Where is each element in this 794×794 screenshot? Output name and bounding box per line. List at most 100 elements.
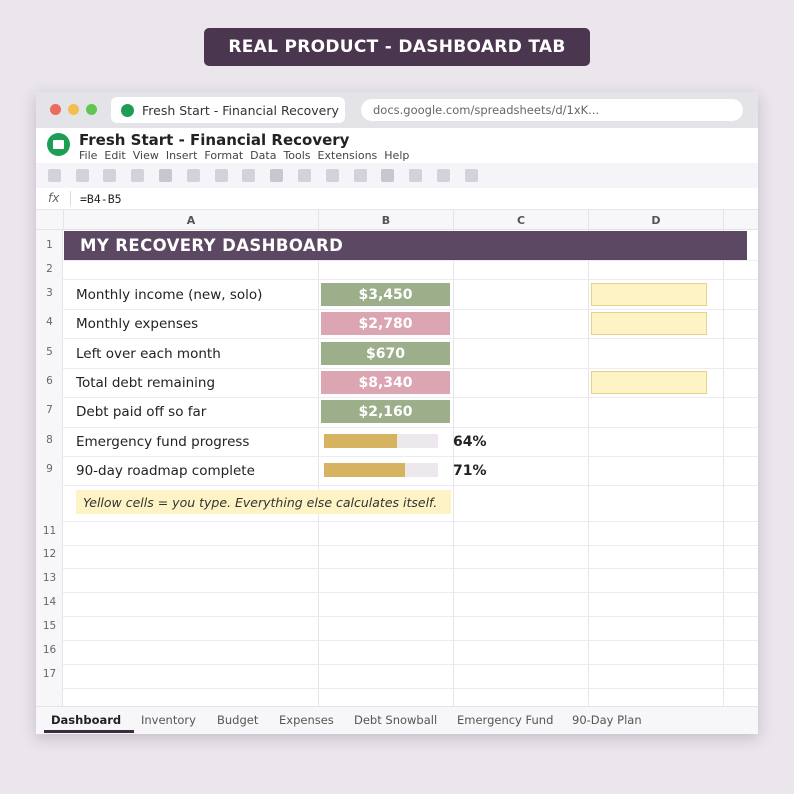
- row-header-3[interactable]: 3: [36, 287, 63, 299]
- monthly-income-value[interactable]: $3,450: [321, 283, 450, 306]
- grid-line: [63, 640, 758, 641]
- formula-value[interactable]: =B4-B5: [80, 192, 122, 206]
- sheet-tab-expenses[interactable]: Expenses: [279, 713, 334, 727]
- grid-line: [63, 279, 758, 280]
- row-header-6[interactable]: 6: [36, 375, 63, 387]
- font-icon[interactable]: [270, 169, 283, 182]
- browser-window: Fresh Start - Financial Recovery docs.go…: [36, 92, 758, 734]
- percent-format-icon[interactable]: [215, 169, 228, 182]
- debt-paid-value[interactable]: $2,160: [321, 400, 450, 423]
- sheet-tab-90-day-plan[interactable]: 90-Day Plan: [572, 713, 642, 727]
- menu-extensions[interactable]: Extensions: [318, 149, 378, 162]
- left-over-value[interactable]: $670: [321, 342, 450, 365]
- roadmap-label[interactable]: 90-day roadmap complete: [76, 463, 255, 479]
- undo-icon[interactable]: [48, 169, 61, 182]
- dashboard-header[interactable]: MY RECOVERY DASHBOARD: [64, 231, 747, 260]
- menu-bar: File Edit View Insert Format Data Tools …: [79, 149, 416, 162]
- roadmap-progress-bar[interactable]: [324, 463, 438, 477]
- roadmap-percent[interactable]: 71%: [453, 463, 487, 479]
- total-debt-label[interactable]: Total debt remaining: [76, 375, 215, 391]
- row-header-9[interactable]: 9: [36, 463, 63, 475]
- formula-divider: [70, 191, 71, 206]
- menu-data[interactable]: Data: [250, 149, 276, 162]
- grid-line: [63, 368, 758, 369]
- sheet-tab-inventory[interactable]: Inventory: [141, 713, 196, 727]
- row-header-4[interactable]: 4: [36, 316, 63, 328]
- row-header-17[interactable]: 17: [36, 668, 63, 680]
- menu-tools[interactable]: Tools: [283, 149, 310, 162]
- row-header-12[interactable]: 12: [36, 548, 63, 560]
- column-header-c[interactable]: C: [454, 210, 589, 230]
- fill-color-icon[interactable]: [409, 169, 422, 182]
- monthly-expenses-label[interactable]: Monthly expenses: [76, 316, 198, 332]
- emergency-fund-percent[interactable]: 64%: [453, 434, 487, 450]
- font-size-icon[interactable]: [298, 169, 311, 182]
- document-title[interactable]: Fresh Start - Financial Recovery: [79, 131, 349, 149]
- total-debt-amount: $8,340: [358, 374, 413, 391]
- row-header-14[interactable]: 14: [36, 596, 63, 608]
- grid-line: [63, 260, 758, 261]
- monthly-income-label[interactable]: Monthly income (new, solo): [76, 287, 262, 303]
- instructions-note[interactable]: Yellow cells = you type. Everything else…: [76, 490, 451, 514]
- sheet-tab-dashboard[interactable]: Dashboard: [43, 713, 135, 733]
- monthly-expenses-input[interactable]: [591, 312, 707, 335]
- borders-icon[interactable]: [437, 169, 450, 182]
- row-header-8[interactable]: 8: [36, 434, 63, 446]
- row-header-2[interactable]: 2: [36, 263, 63, 275]
- left-over-label[interactable]: Left over each month: [76, 346, 221, 362]
- total-debt-input[interactable]: [591, 371, 707, 394]
- sheet-tab-budget[interactable]: Budget: [217, 713, 258, 727]
- zoom-icon[interactable]: [159, 169, 172, 182]
- sheets-logo-icon[interactable]: [47, 133, 70, 156]
- italic-icon[interactable]: [354, 169, 367, 182]
- bold-icon[interactable]: [326, 169, 339, 182]
- grid-line: [63, 545, 758, 546]
- decimal-icon[interactable]: [242, 169, 255, 182]
- sheet-tab-debt-snowball[interactable]: Debt Snowball: [354, 713, 437, 727]
- monthly-expenses-value[interactable]: $2,780: [321, 312, 450, 335]
- column-header-a[interactable]: A: [64, 210, 319, 230]
- menu-help[interactable]: Help: [384, 149, 409, 162]
- row-header-11[interactable]: 11: [36, 525, 63, 537]
- menu-insert[interactable]: Insert: [166, 149, 198, 162]
- browser-titlebar: Fresh Start - Financial Recovery docs.go…: [36, 92, 758, 128]
- row-header-7[interactable]: 7: [36, 404, 63, 416]
- column-header-b[interactable]: B: [319, 210, 454, 230]
- currency-format-icon[interactable]: [187, 169, 200, 182]
- row-header-5[interactable]: 5: [36, 346, 63, 358]
- minimize-window-button[interactable]: [68, 104, 79, 115]
- close-window-button[interactable]: [50, 104, 61, 115]
- select-all-corner[interactable]: [36, 210, 64, 230]
- print-icon[interactable]: [103, 169, 116, 182]
- row-header-15[interactable]: 15: [36, 620, 63, 632]
- formula-bar[interactable]: fx =B4-B5: [36, 188, 758, 210]
- row-header-13[interactable]: 13: [36, 572, 63, 584]
- monthly-expenses-amount: $2,780: [358, 315, 413, 332]
- text-color-icon[interactable]: [381, 169, 394, 182]
- instructions-note-text: Yellow cells = you type. Everything else…: [83, 494, 438, 510]
- menu-file[interactable]: File: [79, 149, 97, 162]
- menu-format[interactable]: Format: [204, 149, 243, 162]
- row-header-16[interactable]: 16: [36, 644, 63, 656]
- menu-edit[interactable]: Edit: [104, 149, 125, 162]
- merge-icon[interactable]: [465, 169, 478, 182]
- emergency-fund-progress-bar[interactable]: [324, 434, 438, 448]
- emergency-fund-label[interactable]: Emergency fund progress: [76, 434, 249, 450]
- browser-tab[interactable]: Fresh Start - Financial Recovery: [111, 97, 345, 123]
- monthly-income-amount: $3,450: [358, 286, 413, 303]
- sheets-app-header: Fresh Start - Financial Recovery File Ed…: [36, 128, 758, 163]
- maximize-window-button[interactable]: [86, 104, 97, 115]
- column-header-d[interactable]: D: [589, 210, 724, 230]
- sheets-favicon-icon: [121, 103, 134, 117]
- debt-paid-label[interactable]: Debt paid off so far: [76, 404, 206, 420]
- redo-icon[interactable]: [76, 169, 89, 182]
- row-header-1[interactable]: 1: [36, 239, 63, 251]
- menu-view[interactable]: View: [133, 149, 159, 162]
- address-bar[interactable]: docs.google.com/spreadsheets/d/1xK...: [361, 99, 743, 121]
- sheet-tab-emergency-fund[interactable]: Emergency Fund: [457, 713, 553, 727]
- total-debt-value[interactable]: $8,340: [321, 371, 450, 394]
- grid-line: [63, 688, 758, 689]
- monthly-income-input[interactable]: [591, 283, 707, 306]
- paint-format-icon[interactable]: [131, 169, 144, 182]
- row-headers: 1 2 3 4 5 6 7 8 9 11 12 13 14 15 16 17: [36, 230, 63, 706]
